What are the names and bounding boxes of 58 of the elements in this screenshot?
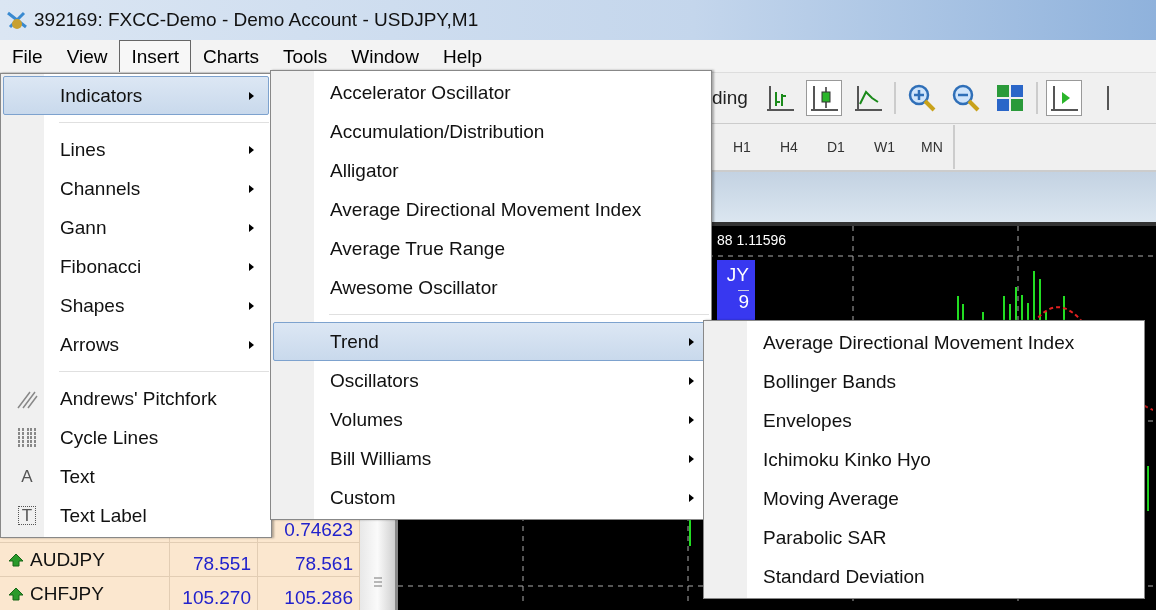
menu-item[interactable]: Indicators bbox=[3, 76, 269, 115]
chart-shift-icon bbox=[1106, 86, 1109, 110]
line-chart-icon bbox=[853, 84, 882, 112]
text-icon: A bbox=[21, 468, 33, 485]
menu-bar-item[interactable]: Tools bbox=[270, 40, 340, 72]
timeframe-button[interactable]: D1 bbox=[827, 139, 874, 155]
menu-item[interactable]: Accelerator Oscillator bbox=[273, 73, 709, 112]
tile-windows-icon bbox=[995, 84, 1024, 112]
menu-item[interactable]: Accumulation/Distribution bbox=[273, 112, 709, 151]
menu-item[interactable]: Channels bbox=[3, 169, 269, 208]
menu-item[interactable]: Alligator bbox=[273, 151, 709, 190]
vertical-lines-icon bbox=[16, 426, 38, 449]
timeframe-button[interactable]: MN bbox=[921, 139, 968, 155]
menu-bar-item[interactable]: File bbox=[0, 40, 55, 72]
timeframe-button[interactable]: H4 bbox=[780, 139, 827, 155]
menu-item[interactable]: Shapes bbox=[3, 286, 269, 325]
bid-cell: 105.270 bbox=[170, 577, 258, 610]
bar-chart-icon bbox=[765, 84, 794, 112]
menu-item[interactable]: Andrews' Pitchfork bbox=[3, 379, 269, 418]
menu-item[interactable]: Average Directional Movement Index bbox=[706, 323, 1142, 362]
symbol-name: CHFJPY bbox=[30, 582, 104, 605]
toolbar-button[interactable] bbox=[805, 80, 842, 116]
toolbar-button[interactable] bbox=[1045, 80, 1082, 116]
menu-item[interactable]: Standard Deviation bbox=[706, 557, 1142, 596]
symbol-name: AUDJPY bbox=[30, 548, 105, 571]
menu-item[interactable]: Average True Range bbox=[273, 229, 709, 268]
menu-item[interactable]: Gann bbox=[3, 208, 269, 247]
price-label: 88 1.11596 bbox=[717, 232, 787, 248]
candlestick-icon bbox=[809, 84, 838, 112]
grip-icon bbox=[372, 576, 383, 588]
zoom-in-icon bbox=[906, 83, 937, 113]
menu-item[interactable]: Fibonacci bbox=[3, 247, 269, 286]
menu-bar-item[interactable]: Charts bbox=[191, 40, 271, 72]
menu-item[interactable]: Arrows bbox=[3, 325, 269, 364]
text-label-icon: T bbox=[17, 506, 37, 525]
menu-bar-item[interactable]: Help bbox=[430, 40, 494, 72]
menu-bar-item[interactable]: Window bbox=[339, 40, 431, 72]
menu-bar-item[interactable]: Insert bbox=[119, 40, 191, 72]
app-icon bbox=[6, 9, 28, 31]
zoom-out-icon bbox=[950, 83, 981, 113]
menu-item[interactable]: Ichimoku Kinko Hyo bbox=[706, 440, 1142, 479]
menu-item[interactable]: Cycle Lines bbox=[3, 418, 269, 457]
auto-scroll-icon bbox=[1049, 84, 1078, 112]
menu-item[interactable]: Awesome Oscillator bbox=[273, 268, 709, 307]
menu-item[interactable]: Envelopes bbox=[706, 401, 1142, 440]
menu-item[interactable]: Moving Average bbox=[706, 479, 1142, 518]
symbol-value: 9 bbox=[738, 290, 749, 313]
toolbar-label[interactable]: ding bbox=[712, 87, 748, 109]
window-title: 392169: FXCC-Demo - Demo Account - USDJPY,M1 bbox=[34, 9, 479, 31]
menu-item[interactable]: Average Directional Movement Index bbox=[273, 190, 709, 229]
timeframe-button[interactable]: H1 bbox=[733, 139, 780, 155]
symbol-text: JY bbox=[726, 264, 749, 286]
menu-item[interactable]: A Text bbox=[3, 457, 269, 496]
menu-bar-item[interactable]: View bbox=[54, 40, 120, 72]
menu-item[interactable]: Parabolic SAR bbox=[706, 518, 1142, 557]
menu-item[interactable]: Bollinger Bands bbox=[706, 362, 1142, 401]
timeframe-button[interactable]: W1 bbox=[874, 139, 921, 155]
menu-item[interactable]: Lines bbox=[3, 130, 269, 169]
